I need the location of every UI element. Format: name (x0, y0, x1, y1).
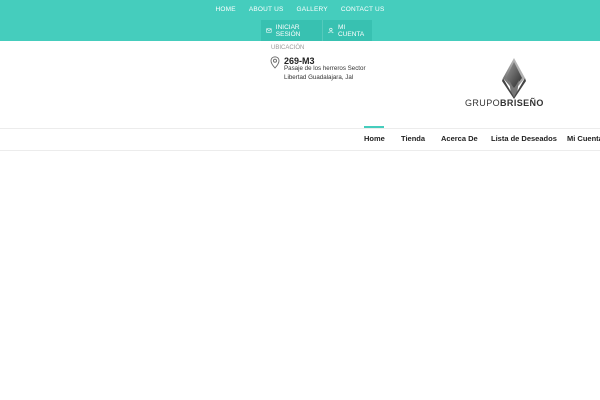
main-nav-lista-de-deseados[interactable]: Lista de Deseados (491, 128, 557, 150)
my-account-link[interactable]: MI CUENTA (322, 20, 372, 41)
login-icon (266, 28, 272, 33)
my-account-label: MI CUENTA (338, 23, 365, 38)
location-label: UBICACIÓN (271, 45, 305, 51)
map-pin-icon (270, 56, 280, 69)
top-nav-gallery[interactable]: GALLERY (290, 0, 334, 20)
login-link[interactable]: INICIAR SESIÓN (261, 20, 322, 41)
top-nav-about-us[interactable]: ABOUT US (242, 0, 290, 20)
top-nav-home[interactable]: HOME (209, 0, 242, 20)
login-label: INICIAR SESIÓN (275, 23, 301, 38)
location-address-line-2: Libertad Guadalajara, Jal (284, 74, 354, 81)
location-address-line-1: Pasaje de los herreros Sector (284, 65, 366, 72)
account-bar: INICIAR SESIÓN MI CUENTA (261, 20, 372, 41)
main-nav: Home Tienda Acerca De Lista de Deseados … (0, 128, 600, 150)
main-nav-mi-cuenta[interactable]: Mi Cuenta (567, 128, 600, 150)
top-nav-contact-us[interactable]: CONTACT US (334, 0, 391, 20)
main-nav-tienda[interactable]: Tienda (401, 128, 425, 150)
logo-text-light: GRUPO (465, 98, 501, 108)
main-nav-home[interactable]: Home (364, 128, 385, 150)
main-nav-bottom-divider (0, 150, 600, 151)
logo-wordmark: GRUPOBRISEÑO (465, 98, 544, 108)
user-icon (328, 27, 334, 34)
logo-text-bold: BRISEÑO (500, 98, 544, 108)
top-nav: HOME ABOUT US GALLERY CONTACT US (0, 0, 600, 20)
main-nav-acerca-de[interactable]: Acerca De (441, 128, 478, 150)
